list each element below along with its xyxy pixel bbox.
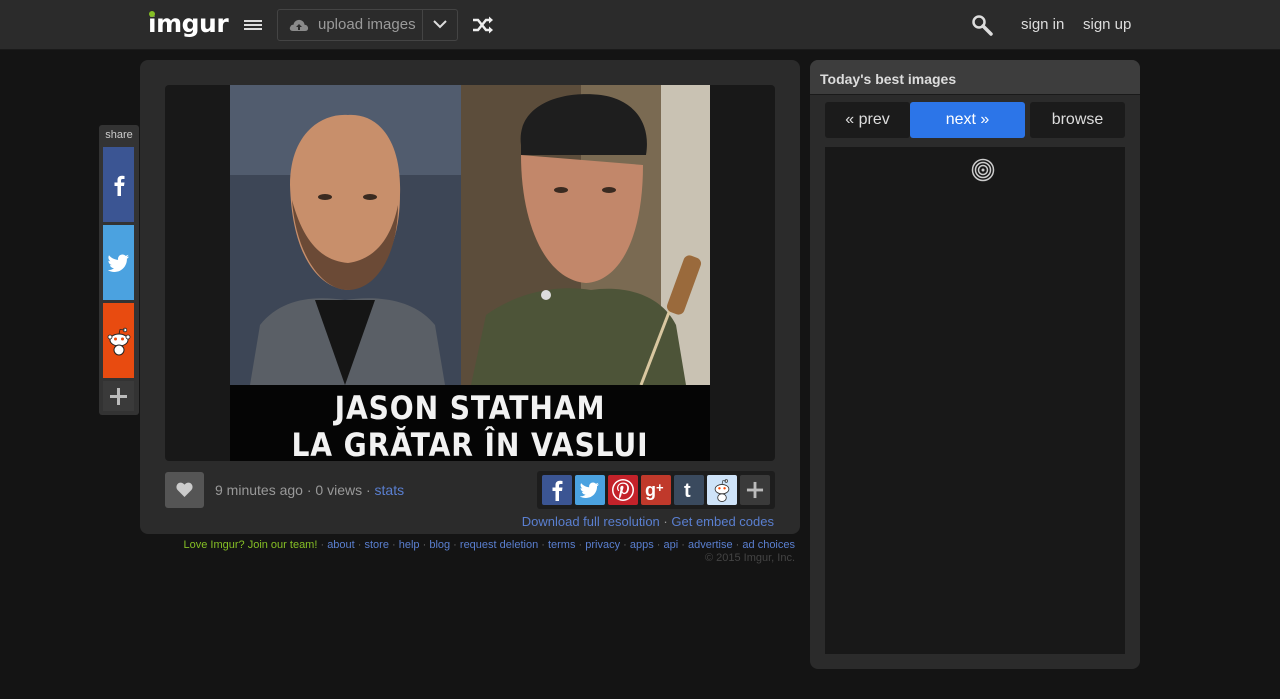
social-twitter-button[interactable] xyxy=(575,475,605,505)
download-full-resolution-link[interactable]: Download full resolution xyxy=(522,514,660,529)
social-pinterest-button[interactable] xyxy=(608,475,638,505)
logo-dot xyxy=(149,11,155,17)
meta-separator: · xyxy=(306,482,312,498)
tumblr-icon: t xyxy=(684,480,691,500)
get-embed-codes-link[interactable]: Get embed codes xyxy=(671,514,774,529)
twitter-icon xyxy=(107,254,129,272)
top-nav-bar: imgur upload images sign in sign up xyxy=(0,0,1280,50)
social-reddit-button[interactable] xyxy=(707,475,737,505)
share-title: share xyxy=(105,129,133,141)
search-icon[interactable] xyxy=(971,14,993,41)
footer-link-api[interactable]: api xyxy=(664,539,679,551)
social-facebook-button[interactable] xyxy=(542,475,572,505)
menu-icon[interactable] xyxy=(242,14,264,36)
meme-image[interactable]: JASON STATHAM LA GRĂTAR ÎN VASLUI xyxy=(230,85,710,461)
todays-best-panel: Today's best images « prev next » browse xyxy=(810,60,1140,669)
svg-text:+: + xyxy=(656,480,664,495)
share-facebook-button[interactable] xyxy=(103,147,134,222)
image-meta: 9 minutes ago · 0 views · stats xyxy=(215,482,404,498)
footer-links-row: Love Imgur? Join our team! · about · sto… xyxy=(183,539,796,551)
footer: Love Imgur? Join our team! · about · sto… xyxy=(184,539,796,565)
footer-link-help[interactable]: help xyxy=(399,539,420,551)
shuffle-icon[interactable] xyxy=(472,16,494,39)
upload-images-button[interactable]: upload images xyxy=(278,10,422,40)
footer-link-request-deletion[interactable]: request deletion xyxy=(460,539,538,551)
favorite-button[interactable] xyxy=(165,472,204,508)
caption-line-2: LA GRĂTAR ÎN VASLUI xyxy=(291,426,649,462)
time-ago: 9 minutes ago xyxy=(215,482,303,498)
browse-button[interactable]: browse xyxy=(1030,102,1125,138)
plus-icon xyxy=(746,481,764,499)
image-panel: JASON STATHAM LA GRĂTAR ÎN VASLUI 9 minu… xyxy=(140,60,800,534)
footer-link-store[interactable]: store xyxy=(365,539,389,551)
side-gallery xyxy=(825,147,1125,654)
sign-in-link[interactable]: sign in xyxy=(1021,16,1064,33)
join-team-link[interactable]: Love Imgur? Join our team! xyxy=(184,539,318,551)
footer-link-apps[interactable]: apps xyxy=(630,539,654,551)
sign-up-link[interactable]: sign up xyxy=(1083,16,1131,33)
copyright: © 2015 Imgur, Inc. xyxy=(704,552,795,564)
image-frame: JASON STATHAM LA GRĂTAR ÎN VASLUI xyxy=(165,85,775,461)
facebook-icon xyxy=(552,480,563,501)
svg-text:t: t xyxy=(684,480,691,500)
footer-link-about[interactable]: about xyxy=(327,539,355,551)
footer-link-privacy[interactable]: privacy xyxy=(585,539,620,551)
share-rail: share xyxy=(99,125,139,415)
social-more-button[interactable] xyxy=(740,475,770,505)
upload-button-group: upload images xyxy=(277,9,458,41)
footer-link-ad-choices[interactable]: ad choices xyxy=(742,539,795,551)
reddit-icon xyxy=(714,479,730,502)
side-panel-header: Today's best images xyxy=(810,60,1140,95)
meta-separator: · xyxy=(365,482,371,498)
footer-link-blog[interactable]: blog xyxy=(429,539,450,551)
cloud-upload-icon xyxy=(289,18,309,37)
chevron-down-icon xyxy=(433,20,447,29)
footer-link-terms[interactable]: terms xyxy=(548,539,576,551)
photo-left xyxy=(230,85,461,385)
svg-text:g: g xyxy=(645,480,656,500)
reddit-icon xyxy=(107,327,130,355)
imgur-logo[interactable]: imgur xyxy=(148,9,229,38)
link-separator: · xyxy=(663,514,668,529)
social-share-bar: g + t xyxy=(537,471,775,509)
upload-dropdown-button[interactable] xyxy=(422,10,458,40)
loading-spinner-icon xyxy=(971,158,995,182)
twitter-icon xyxy=(580,482,599,498)
photo-right xyxy=(461,85,710,385)
heart-icon xyxy=(176,482,193,497)
share-more-button[interactable] xyxy=(103,381,134,411)
share-reddit-button[interactable] xyxy=(103,303,134,378)
view-count: 0 views xyxy=(315,482,363,498)
footer-link-advertise[interactable]: advertise xyxy=(688,539,733,551)
download-links: Download full resolution · Get embed cod… xyxy=(522,514,774,529)
upload-label: upload images xyxy=(318,16,416,33)
logo-text: imgur xyxy=(148,9,229,38)
meme-caption: JASON STATHAM LA GRĂTAR ÎN VASLUI xyxy=(230,385,710,461)
share-twitter-button[interactable] xyxy=(103,225,134,300)
caption-line-1: JASON STATHAM xyxy=(334,389,606,427)
plus-icon xyxy=(110,388,127,405)
social-google-plus-button[interactable]: g + xyxy=(641,475,671,505)
stats-link[interactable]: stats xyxy=(375,482,405,498)
facebook-icon xyxy=(114,175,124,196)
prev-button[interactable]: « prev xyxy=(825,102,910,138)
pinterest-icon xyxy=(612,479,634,501)
social-tumblr-button[interactable]: t xyxy=(674,475,704,505)
side-panel-title: Today's best images xyxy=(820,71,957,87)
next-button[interactable]: next » xyxy=(910,102,1025,138)
google-plus-icon: g + xyxy=(645,480,664,500)
